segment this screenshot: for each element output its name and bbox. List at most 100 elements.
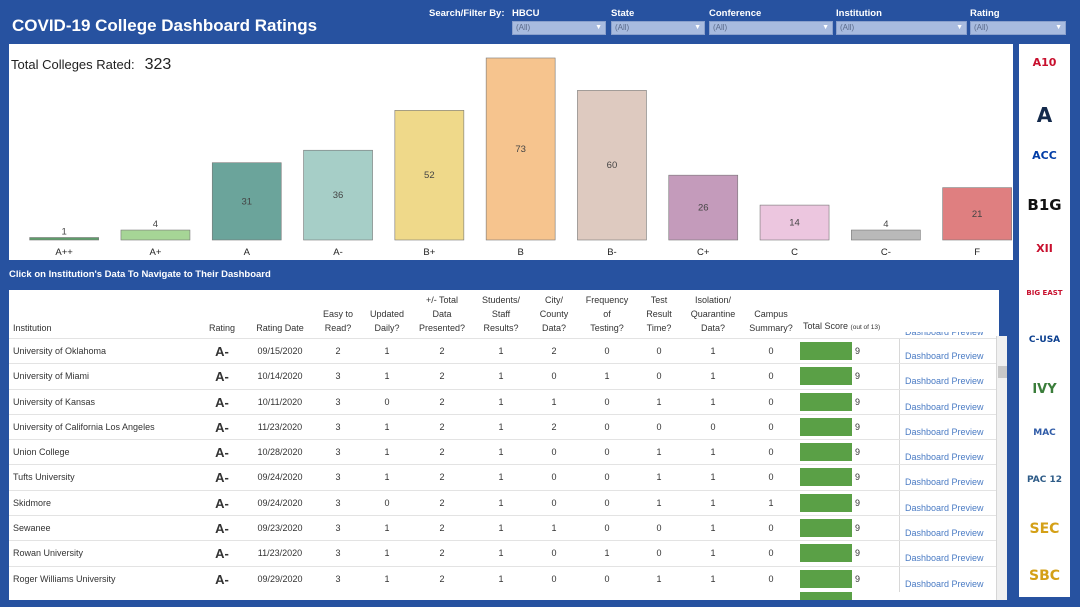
table-scrollbar[interactable] [996,336,1007,600]
institution-name[interactable]: Rowan University [13,541,83,566]
dashboard-preview-link[interactable]: Dashboard Preview [899,440,999,466]
bar-A++[interactable] [29,237,99,241]
header-students-staff[interactable]: Students/Staff Results? [474,293,528,335]
a10-logo[interactable]: A10 [1019,56,1070,69]
cell-test: 0 [656,548,662,559]
category-tick-label: B+ [423,247,435,258]
category-tick-label: C- [881,247,891,258]
header-rating[interactable]: Rating [202,321,242,335]
table-row[interactable]: Skidmore A- 09/24/2020 3 0 2 1 0 0 1 1 1 9 Dashboard … [9,489,999,516]
cell-students: 1 [498,346,504,356]
dashboard-preview-link[interactable]: Dashboard Preview [899,465,999,491]
cell-test: 0 [656,346,662,356]
dashboard-preview-link[interactable]: Dashboard Preview [899,364,999,390]
big-ten-logo[interactable]: B1G [1019,196,1070,214]
big-12-logo[interactable]: XII [1019,242,1070,255]
sec-logo[interactable]: SEC [1019,521,1070,537]
table-row[interactable]: Sewanee A- 09/23/2020 3 1 2 1 1 0 0 1 0 9 Dashboard P… [9,515,999,542]
table-row[interactable]: Rowan University A- 11/23/2020 3 1 2 1 0 1 0 1 0 9 Da… [9,540,999,567]
bar-value-label: 4 [153,219,158,230]
institution-name[interactable]: University of Miami [13,364,89,389]
state-dropdown[interactable]: (All) ▼ [611,21,705,35]
institution-name[interactable]: Roger Williams University [13,567,116,592]
header-institution[interactable]: Institution [13,321,52,335]
dashboard-preview-link[interactable]: Dashboard Preview [899,490,999,516]
header-rating-date[interactable]: Rating Date [249,321,311,335]
big-east-logo[interactable]: BIG EAST [1019,289,1070,297]
cell-freq: 0 [604,421,610,432]
header-isolation[interactable]: Isolation/Quarantine Data? [685,293,741,335]
table-row[interactable]: Union College A- 10/28/2020 3 1 2 1 0 0 1 1 0 9 Dashb… [9,439,999,466]
cell-isolation: 1 [710,396,716,407]
cell-date: 09/23/2020 [257,523,303,534]
cell-students: 1 [498,497,504,508]
table-row[interactable]: Roger Williams University A- 09/29/2020 3 1 2… [9,565,999,592]
bar-value-label: 73 [515,144,526,155]
bar-C-[interactable] [851,229,921,241]
header-frequency[interactable]: Frequency of Testing? [580,293,634,335]
table-row[interactable]: University of California Los Angeles A- 11… [9,413,999,440]
header-easy-to-read[interactable]: Easy to Read? [316,307,360,335]
category-tick-label: A+ [150,247,162,258]
institution-name[interactable]: University of California Los Angeles [13,415,155,440]
cell-total: 2 [439,497,445,508]
cell-easy: 3 [335,573,341,584]
sbc-logo[interactable]: SBC [1019,568,1070,584]
cell-isolation: 1 [710,472,716,483]
chevron-down-icon: ▼ [822,24,829,31]
score-bar [800,417,852,436]
table-row[interactable]: Tufts University A- 09/24/2020 3 1 2 1 0 0 1 1 0 9 Da… [9,464,999,491]
mac-logo[interactable]: MAC [1019,428,1070,438]
institution-name[interactable]: Union College [13,440,70,465]
header-campus-summary[interactable]: Campus Summary? [745,307,797,335]
ivy-league-logo[interactable]: IVY [1019,382,1070,397]
cell-test: 1 [656,396,662,407]
american-logo[interactable]: A [1019,103,1070,127]
cusa-logo[interactable]: C-USA [1019,335,1070,345]
rating-dropdown[interactable]: (All) ▼ [970,21,1066,35]
category-tick-label: B [517,247,523,258]
bar-A+[interactable] [120,229,191,241]
category-tick-label: A- [333,247,343,258]
navigation-hint: Click on Institution's Data To Navigate … [9,269,271,280]
filter-label: State [611,8,635,19]
dashboard-preview-link[interactable]: Dashboard Preview [899,541,999,567]
pac-12-logo[interactable]: PAC 12 [1019,475,1070,485]
table-row[interactable]: University of Kansas A- 10/11/2020 3 0 2 1 1 0 1 1… [9,388,999,415]
header-total-data[interactable]: +/- Total Data Presented? [414,293,470,335]
dashboard-preview-link[interactable]: Dashboard Preview [899,566,999,592]
category-tick-label: F [974,247,980,258]
header-total-score[interactable]: Total Score (out of 13) [803,319,880,335]
category-tick-label: C+ [697,247,710,258]
cell-isolation: 1 [710,497,716,508]
institution-name[interactable]: Skidmore [13,491,51,516]
cell-isolation: 1 [710,523,716,534]
cell-total: 2 [439,523,445,534]
cell-city: 0 [551,472,557,483]
header-line: Frequency [585,295,629,305]
dashboard-preview-link[interactable]: Dashboard Preview [899,389,999,415]
cell-test: 0 [656,523,662,534]
dashboard-preview-link[interactable]: Dashboard Preview [899,414,999,440]
dashboard-preview-link[interactable]: Dashboard Preview [899,516,999,542]
institution-name[interactable]: Sewanee [13,516,51,541]
header-updated-daily[interactable]: Updated Daily? [363,307,411,335]
header-test-result[interactable]: Test Result Time? [639,293,679,335]
hbcu-dropdown[interactable]: (All) ▼ [512,21,606,35]
acc-logo[interactable]: ACC [1019,149,1070,162]
scrollbar-thumb[interactable] [998,366,1007,378]
cell-updated: 1 [384,346,390,356]
dashboard-preview-link[interactable]: Dashboard Preview [899,339,999,364]
table-row[interactable]: University of Miami A- 10/14/2020 3 1 2 1 0 1 0 1 0… [9,363,999,390]
institution-name[interactable]: University of Kansas [13,390,95,415]
institution-name[interactable]: Tufts University [13,465,75,490]
header-city-county[interactable]: City/County Data? [533,293,575,335]
institution-name[interactable]: University of Oklahoma [13,339,106,364]
conference-dropdown[interactable]: (All) ▼ [709,21,833,35]
cell-date: 10/14/2020 [257,371,303,382]
header-line: Easy to [322,309,353,319]
score-value: 9 [855,396,861,407]
table-row[interactable]: University of Oklahoma A- 09/15/2020 2 1 2 1 2 0… [9,338,999,364]
ratings-bar-chart: 1 A++ 4 A+ 31 A 36 A- 52 B+ 73 B 60 B- 26 C+ 14 C 4 C- 21 F [29,57,1012,258]
institution-dropdown[interactable]: (All) ▼ [836,21,967,35]
